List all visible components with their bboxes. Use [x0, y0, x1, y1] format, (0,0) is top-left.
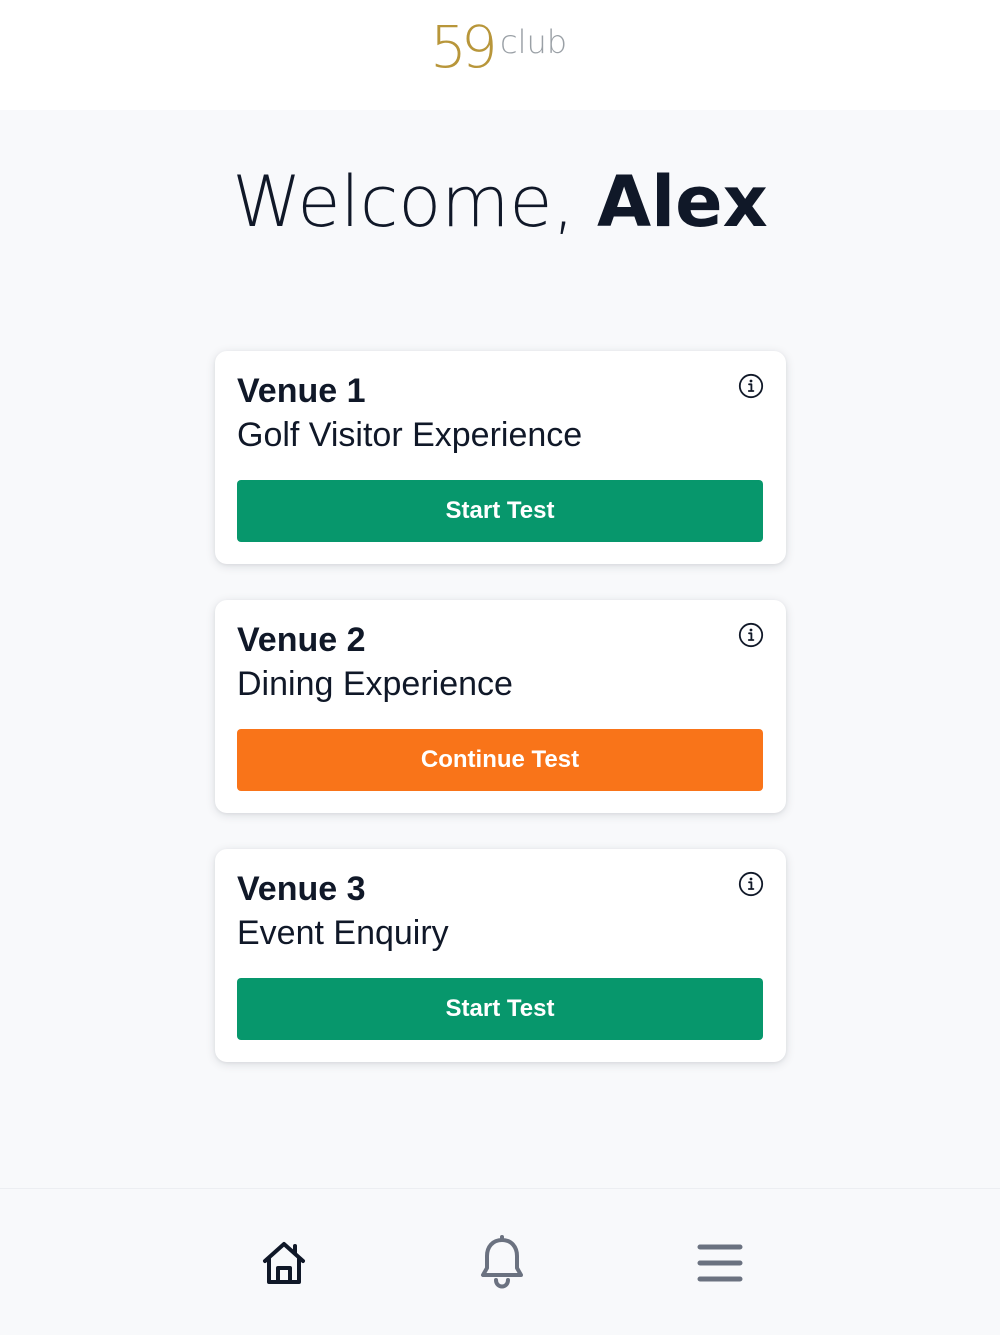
logo-number: 59	[430, 13, 498, 81]
app-header: 59 club	[0, 0, 1000, 110]
nav-menu[interactable]	[692, 1235, 748, 1291]
info-icon[interactable]	[738, 373, 764, 399]
bottom-navigation	[0, 1188, 1000, 1335]
continue-test-button[interactable]: Continue Test	[237, 729, 763, 791]
info-icon[interactable]	[738, 622, 764, 648]
start-test-button[interactable]: Start Test	[237, 480, 763, 542]
venue-test-name: Golf Visitor Experience	[237, 416, 583, 454]
logo-word: club	[500, 23, 568, 61]
nav-notifications[interactable]	[474, 1235, 530, 1291]
info-icon[interactable]	[738, 871, 764, 897]
venue-test-name: Event Enquiry	[237, 914, 449, 952]
venue-card: Venue 2 Dining Experience Continue Test	[215, 600, 786, 813]
home-icon	[263, 1242, 305, 1284]
venue-card: Venue 1 Golf Visitor Experience Start Te…	[215, 351, 786, 564]
venue-test-name: Dining Experience	[237, 665, 513, 703]
venue-title: Venue 2	[237, 621, 366, 659]
welcome-user-name: Alex	[596, 161, 768, 243]
app-logo[interactable]: 59 club	[430, 18, 575, 84]
venue-card: Venue 3 Event Enquiry Start Test	[215, 849, 786, 1062]
start-test-button[interactable]: Start Test	[237, 978, 763, 1040]
bell-icon	[481, 1235, 523, 1289]
menu-icon	[697, 1244, 743, 1282]
venue-title: Venue 1	[237, 372, 366, 410]
welcome-heading: Welcome, Alex	[0, 160, 1000, 244]
nav-home[interactable]	[256, 1235, 312, 1291]
venue-title: Venue 3	[237, 870, 366, 908]
welcome-greeting: Welcome,	[232, 161, 597, 243]
